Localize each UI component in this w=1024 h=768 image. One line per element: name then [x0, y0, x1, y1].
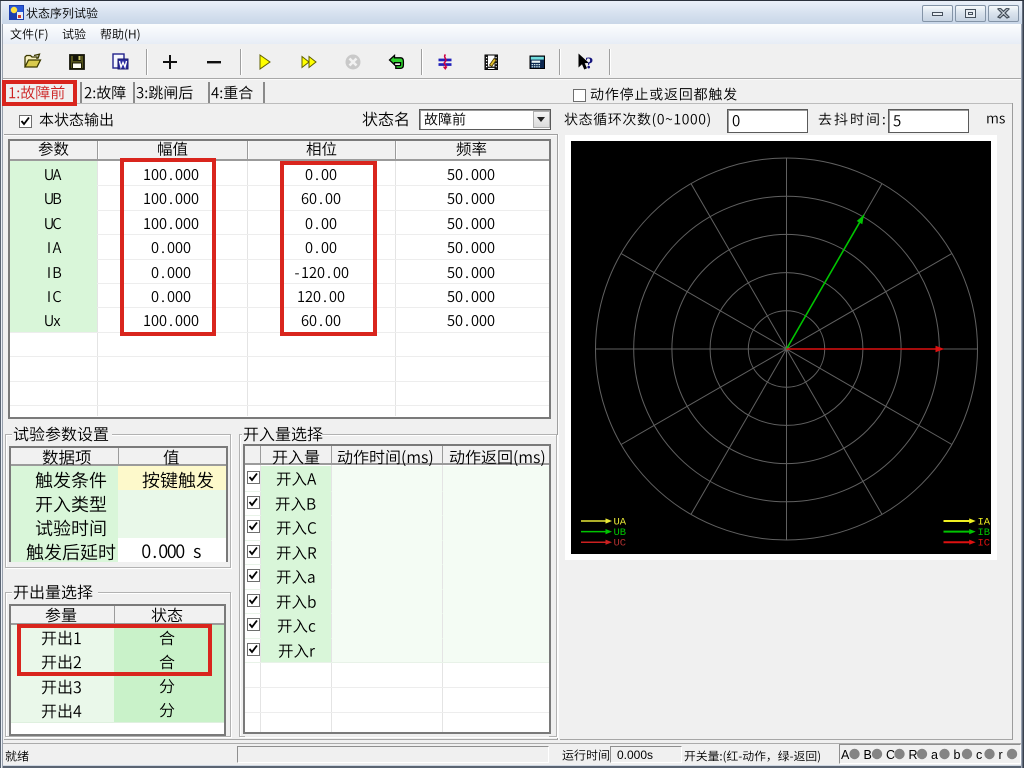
- svg-text:A: A: [841, 748, 850, 762]
- svg-text:IC: IC: [978, 538, 991, 550]
- svg-text:UC: UC: [614, 538, 627, 550]
- svg-text:r: r: [999, 748, 1003, 762]
- svg-text:C: C: [886, 748, 895, 762]
- svg-text:?: ?: [585, 54, 594, 72]
- svg-text:B: B: [864, 748, 872, 762]
- svg-text:R: R: [909, 748, 918, 762]
- svg-text:c: c: [976, 748, 982, 762]
- svg-text:b: b: [954, 748, 961, 762]
- svg-text:a: a: [931, 748, 938, 762]
